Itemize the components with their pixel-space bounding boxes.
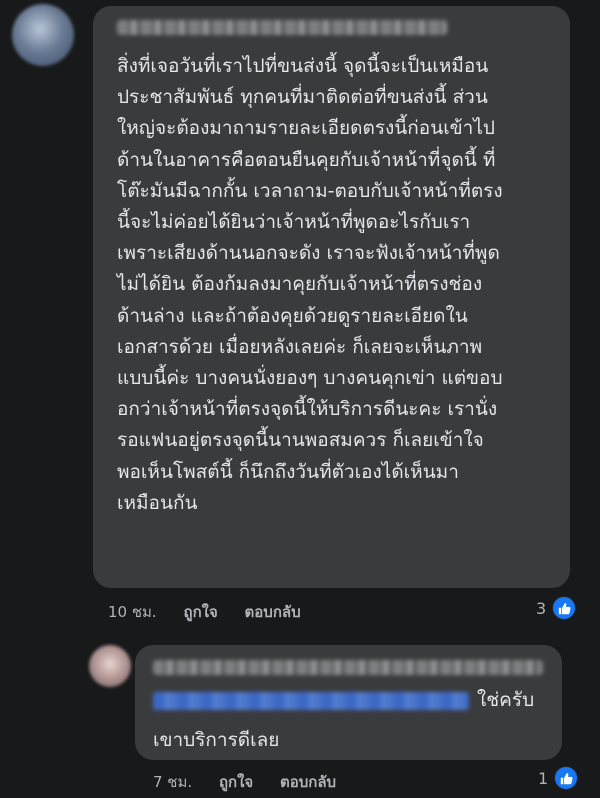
mentioned-user-link-redacted[interactable]	[153, 692, 469, 710]
replier-name-redacted[interactable]	[153, 660, 543, 675]
thumbs-up-icon	[554, 766, 579, 790]
reply-reply-button[interactable]: ตอบกลับ	[280, 773, 336, 791]
comment-meta: 10 ชม. ถูกใจ ตอบกลับ	[108, 600, 301, 624]
comment-text: สิ่งที่เจอวันที่เราไปที่ขนส่งนี้ จุดนี้จ…	[117, 55, 503, 514]
replier-avatar[interactable]	[89, 645, 131, 687]
reply-reactions[interactable]: 1	[538, 766, 579, 790]
commenter-name-redacted[interactable]	[117, 20, 447, 35]
reply-text-line1: ใช่ครับ	[477, 689, 535, 711]
comment-reactions[interactable]: 3	[536, 596, 577, 620]
reply-meta: 7 ชม. ถูกใจ ตอบกลับ	[153, 770, 336, 794]
comment-reply-button[interactable]: ตอบกลับ	[245, 603, 301, 621]
comment-like-button[interactable]: ถูกใจ	[183, 603, 217, 621]
commenter-avatar[interactable]	[12, 4, 74, 66]
reply-like-button[interactable]: ถูกใจ	[219, 773, 253, 791]
comment-time[interactable]: 10 ชม.	[108, 603, 157, 621]
thumbs-up-icon	[552, 596, 577, 620]
reply-text-line2: เขาบริการดีเลย	[153, 729, 280, 751]
comment-reaction-count: 3	[536, 598, 547, 618]
reply-time[interactable]: 7 ชม.	[153, 773, 192, 791]
reply-reaction-count: 1	[538, 768, 549, 788]
